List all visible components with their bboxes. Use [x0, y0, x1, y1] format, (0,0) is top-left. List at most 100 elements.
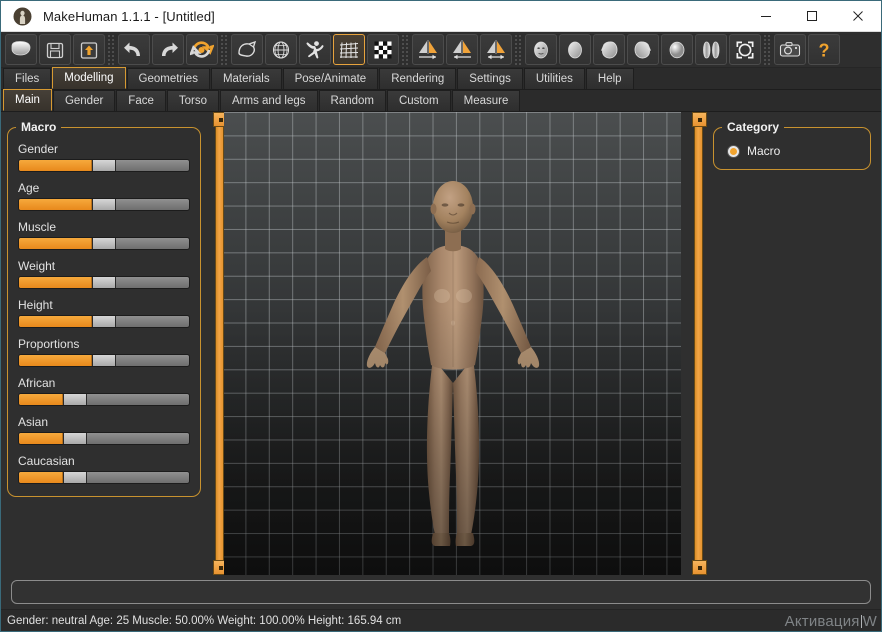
tab-materials[interactable]: Materials — [210, 68, 282, 89]
smooth-icon[interactable] — [231, 34, 263, 65]
help-icon[interactable]: ? — [808, 34, 840, 65]
wireframe-icon[interactable] — [265, 34, 297, 65]
toolbar-separator — [220, 33, 229, 66]
grab-screen-icon[interactable] — [774, 34, 806, 65]
viewport-container — [224, 112, 681, 575]
new-icon[interactable] — [5, 34, 37, 65]
slider-row-height: Height — [18, 298, 190, 328]
subtab-face[interactable]: Face — [116, 90, 166, 111]
svg-text:?: ? — [819, 40, 830, 60]
category-option-label: Macro — [747, 144, 781, 158]
view-bottom-icon[interactable] — [695, 34, 727, 65]
view-back-icon[interactable] — [559, 34, 591, 65]
human-model[interactable] — [353, 153, 553, 553]
slider-row-proportions: Proportions — [18, 337, 190, 367]
category-option-macro[interactable]: Macro — [724, 142, 860, 159]
tab-settings[interactable]: Settings — [457, 68, 523, 89]
reset-icon[interactable] — [186, 34, 218, 65]
tab-help[interactable]: Help — [585, 68, 634, 89]
symmetry-right-icon[interactable] — [412, 34, 444, 65]
redo-icon[interactable] — [152, 34, 184, 65]
category-groupbox: Category Macro — [713, 120, 871, 170]
maximize-button[interactable] — [789, 1, 835, 32]
undo-icon[interactable] — [118, 34, 150, 65]
subtab-custom[interactable]: Custom — [386, 90, 451, 111]
close-button[interactable] — [835, 1, 881, 32]
minimize-button[interactable] — [743, 1, 789, 32]
grid-icon[interactable] — [333, 34, 365, 65]
view-top-icon[interactable] — [661, 34, 693, 65]
tab-pose-animate[interactable]: Pose/Animate — [282, 68, 379, 89]
slider-muscle[interactable] — [18, 237, 190, 250]
macro-slider-list: Gender Age Muscle Weight Height Proportions Af… — [18, 142, 190, 484]
slider-handle[interactable] — [92, 238, 116, 249]
tab-utilities[interactable]: Utilities — [523, 68, 585, 89]
slider-weight[interactable] — [18, 276, 190, 289]
toolbar-group-file — [4, 34, 106, 65]
subtab-gender[interactable]: Gender — [52, 90, 116, 111]
slider-handle[interactable] — [92, 277, 116, 288]
subtab-torso[interactable]: Torso — [166, 90, 219, 111]
category-group-title: Category — [722, 120, 785, 134]
command-line-input[interactable] — [11, 580, 871, 604]
makehuman-window: MakeHuman 1.1.1 - [Untitled] ? Files Mod… — [0, 0, 882, 632]
makehuman-logo-icon — [7, 1, 37, 32]
pose-icon[interactable] — [299, 34, 331, 65]
left-settings-panel: Macro Gender Age Muscle Weight Height Proport… — [1, 112, 207, 575]
slider-proportions[interactable] — [18, 354, 190, 367]
tab-geometries[interactable]: Geometries — [126, 68, 210, 89]
slider-asian[interactable] — [18, 432, 190, 445]
toolbar-group-display — [230, 34, 400, 65]
slider-fill — [19, 238, 92, 249]
view-front-icon[interactable] — [525, 34, 557, 65]
slider-handle[interactable] — [63, 472, 88, 483]
slider-row-age: Age — [18, 181, 190, 211]
toolbar-group-misc: ? — [773, 34, 841, 65]
symmetry-left-icon[interactable] — [446, 34, 478, 65]
slider-handle[interactable] — [92, 316, 116, 327]
slider-fill — [19, 316, 92, 327]
reset-camera-icon[interactable] — [729, 34, 761, 65]
left-splitter[interactable] — [213, 112, 228, 575]
subtab-measure[interactable]: Measure — [451, 90, 521, 111]
slider-handle[interactable] — [92, 160, 116, 171]
view-left-icon[interactable] — [593, 34, 625, 65]
slider-gender[interactable] — [18, 159, 190, 172]
subtab-random[interactable]: Random — [318, 90, 386, 111]
slider-handle[interactable] — [63, 394, 88, 405]
right-splitter-grip-top[interactable] — [692, 112, 707, 127]
right-splitter-grip-bottom[interactable] — [692, 560, 707, 575]
sub-tab-bar: Main Gender Face Torso Arms and legs Ran… — [1, 89, 881, 112]
radio-selected-icon — [727, 144, 740, 158]
status-bar: Gender: neutral Age: 25 Muscle: 50.00% W… — [1, 609, 881, 631]
slider-african[interactable] — [18, 393, 190, 406]
toolbar-separator — [107, 33, 116, 66]
view-right-icon[interactable] — [627, 34, 659, 65]
right-category-panel: Category Macro — [705, 112, 881, 575]
slider-caucasian[interactable] — [18, 471, 190, 484]
tab-files[interactable]: Files — [3, 68, 52, 89]
subdivide-icon[interactable] — [367, 34, 399, 65]
slider-handle[interactable] — [63, 433, 88, 444]
load-icon[interactable] — [73, 34, 105, 65]
subtab-main[interactable]: Main — [3, 89, 52, 111]
slider-handle[interactable] — [92, 199, 116, 210]
right-splitter[interactable] — [692, 112, 707, 575]
slider-handle[interactable] — [92, 355, 116, 366]
symmetry-icon[interactable] — [480, 34, 512, 65]
slider-row-muscle: Muscle — [18, 220, 190, 250]
slider-age[interactable] — [18, 198, 190, 211]
tab-rendering[interactable]: Rendering — [379, 68, 457, 89]
slider-fill — [19, 433, 64, 444]
slider-fill — [19, 394, 64, 405]
slider-height[interactable] — [18, 315, 190, 328]
status-text: Gender: neutral Age: 25 Muscle: 50.00% W… — [7, 614, 402, 627]
toolbar-group-symmetry — [411, 34, 513, 65]
tab-modelling[interactable]: Modelling — [52, 67, 126, 89]
command-line-container — [1, 575, 881, 609]
macro-groupbox: Macro Gender Age Muscle Weight Height Proport… — [7, 120, 201, 497]
slider-label-asian: Asian — [18, 415, 49, 429]
save-icon[interactable] — [39, 34, 71, 65]
subtab-arms-and-legs[interactable]: Arms and legs — [220, 90, 318, 111]
3d-viewport[interactable] — [224, 112, 681, 575]
